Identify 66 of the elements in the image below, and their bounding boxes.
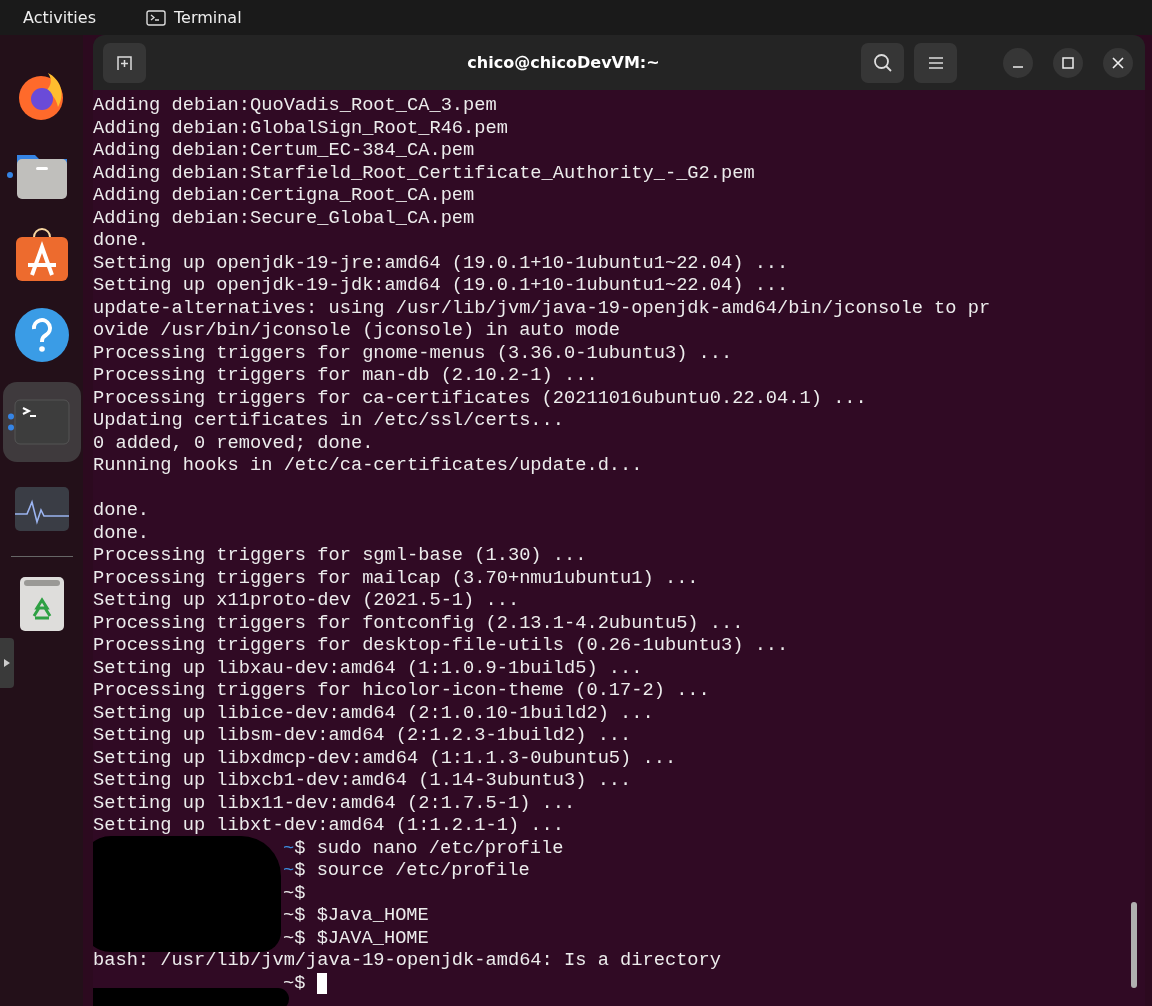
terminal-output-line: Setting up openjdk-19-jre:amd64 (19.0.1+10-1ubuntu1~22.04) ...: [93, 251, 790, 274]
terminal-output-line: Setting up openjdk-19-jdk:amd64 (19.0.1+10-1ubuntu1~22.04) ...: [93, 274, 790, 297]
terminal-output-line: Processing triggers for fontconfig (2.13.1-4.2ubuntu5) ...: [93, 611, 745, 634]
shell-prompt: ~$: [283, 881, 306, 904]
close-icon: [1112, 56, 1124, 69]
menu-button[interactable]: [914, 42, 957, 83]
terminal-output-line: Processing triggers for man-db (2.10.2-1) ...: [93, 364, 599, 387]
activity-graph-icon[interactable]: [13, 486, 70, 532]
terminal-output-line: Processing triggers for sgml-base (1.30) ...: [93, 544, 588, 567]
terminal-output-line: update-alternatives: using /usr/lib/jvm/java-19-openjdk-amd64/bin/jconsole to pr: [93, 296, 992, 319]
recycle-bin-icon[interactable]: [18, 576, 65, 632]
terminal-output-line: Updating certificates in /etc/ssl/certs...: [93, 409, 565, 432]
terminal-output-line: Processing triggers for hicolor-icon-theme (0.17-2) ...: [93, 679, 711, 702]
terminal-output-line: done.: [93, 521, 151, 544]
maximize-icon: [1062, 56, 1074, 69]
minimize-icon: [1012, 65, 1024, 68]
search-button[interactable]: [861, 42, 904, 83]
close-button[interactable]: [1103, 47, 1133, 78]
menu-icon: [927, 55, 944, 70]
shell-prompt: ~$: [283, 971, 306, 994]
terminal-output-line: Adding debian:Secure_Global_CA.pem: [93, 206, 476, 229]
terminal-icon[interactable]: [13, 399, 70, 445]
terminal-output-line: Processing triggers for desktop-file-utils (0.26-1ubuntu3) ...: [93, 634, 790, 657]
shell-prompt: ~$: [283, 836, 306, 859]
shell-command: source /etc/profile: [316, 859, 530, 882]
search-icon: [872, 52, 893, 73]
terminal-output-line: ovide /usr/bin/jconsole (jconsole) in auto mode: [93, 319, 622, 342]
terminal-icon: [146, 9, 166, 26]
shopping-bag-icon[interactable]: [13, 227, 70, 283]
app-menu-label[interactable]: Terminal: [174, 8, 242, 27]
window-title: chico@chicoDevVM:~: [466, 53, 661, 72]
terminal-output-line: Adding debian:Certum_EC-384_CA.pem: [93, 139, 476, 162]
shell-prompt: ~$: [283, 904, 306, 927]
minimize-button[interactable]: [1003, 47, 1033, 78]
terminal-output-line: Setting up libxt-dev:amd64 (1:1.2.1-1) ...: [93, 814, 565, 837]
terminal-output-line: done.: [93, 229, 151, 252]
terminal-output-line: Setting up libxau-dev:amd64 (1:1.0.9-1build5) ...: [93, 656, 644, 679]
terminal-output-line: Setting up libsm-dev:amd64 (2:1.2.3-1build2) ...: [93, 724, 633, 747]
shell-prompt: ~$: [283, 926, 306, 949]
shell-command: $Java_HOME: [316, 904, 429, 927]
terminal-output-line: Processing triggers for mailcap (3.70+nmu1ubuntu1) ...: [93, 566, 700, 589]
terminal-output-line: Adding debian:Certigna_Root_CA.pem: [93, 184, 476, 207]
terminal-output-line: Adding debian:GlobalSign_Root_R46.pem: [93, 116, 509, 139]
terminal-output-line: Adding debian:Starfield_Root_Certificate_Authority_-_G2.pem: [93, 161, 756, 184]
terminal-output-line: Running hooks in /etc/ca-certificates/update.d...: [93, 454, 644, 477]
help-icon[interactable]: [13, 307, 70, 363]
new-tab-icon: [115, 53, 134, 72]
activities-button[interactable]: Activities: [23, 8, 96, 27]
shell-command: sudo nano /etc/profile: [316, 836, 564, 859]
terminal-output-line: Setting up libxdmcp-dev:amd64 (1:1.1.3-0ubuntu5) ...: [93, 746, 678, 769]
terminal-output-line: bash: /usr/lib/jvm/java-19-openjdk-amd64: Is a directory: [93, 949, 722, 972]
scrollbar-thumb[interactable]: [1131, 902, 1137, 988]
shell-command: $JAVA_HOME: [316, 926, 429, 949]
terminal-output-line: Adding debian:QuoVadis_Root_CA_3.pem: [93, 94, 498, 117]
shell-prompt: ~$: [283, 859, 306, 882]
maximize-button[interactable]: [1053, 47, 1083, 78]
terminal-output-line: Setting up libx11-dev:amd64 (2:1.7.5-1) ...: [93, 791, 577, 814]
terminal-output-line: 0 added, 0 removed; done.: [93, 431, 375, 454]
new-tab-button[interactable]: [103, 42, 146, 83]
terminal-output-line: Setting up x11proto-dev (2021.5-1) ...: [93, 589, 521, 612]
dock-expand-handle[interactable]: [0, 638, 14, 688]
terminal-output-line: Setting up libice-dev:amd64 (2:1.0.10-1build2) ...: [93, 701, 655, 724]
terminal-output-line: Processing triggers for ca-certificates (20211016ubuntu0.22.04.1) ...: [93, 386, 868, 409]
terminal-output-line: Processing triggers for gnome-menus (3.36.0-1ubuntu3) ...: [93, 341, 734, 364]
terminal-output-line: done.: [93, 499, 151, 522]
terminal-output-line: Setting up libxcb1-dev:amd64 (1.14-3ubuntu3) ...: [93, 769, 633, 792]
